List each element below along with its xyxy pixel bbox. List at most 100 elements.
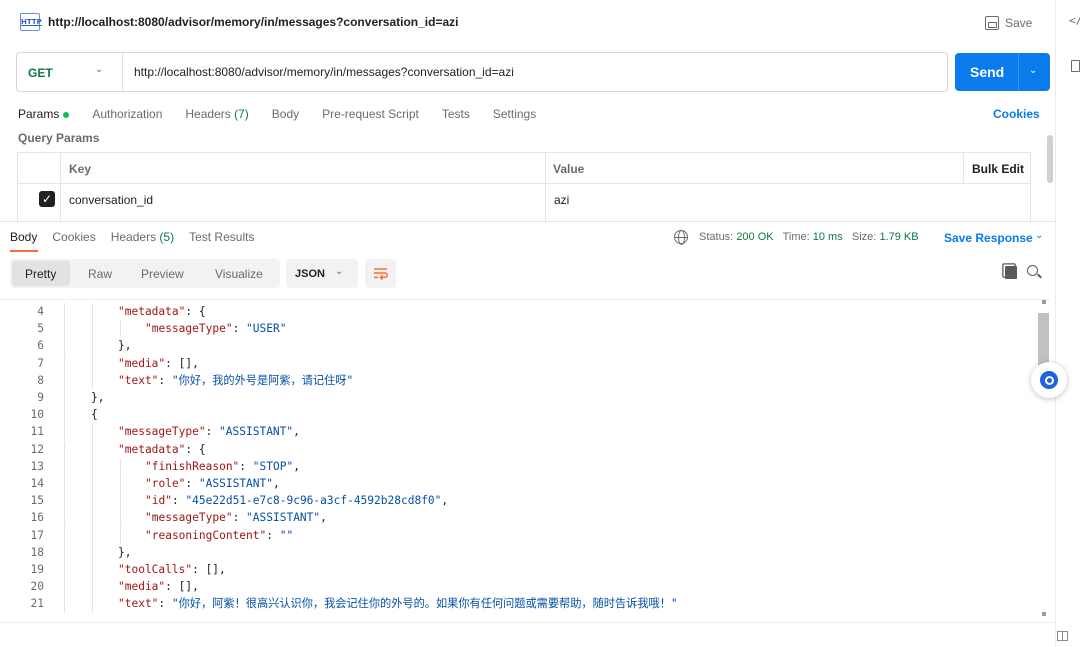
- json-key: "text": [118, 597, 159, 611]
- code-line: 4 "metadata": {: [0, 303, 1036, 320]
- json-string: "STOP": [252, 459, 294, 473]
- param-key-cell[interactable]: conversation_id: [69, 193, 153, 207]
- json-punctuation: ,: [273, 477, 280, 490]
- method-select[interactable]: GET: [28, 66, 53, 80]
- tab-label: Params: [18, 107, 60, 121]
- line-number: 18: [30, 545, 44, 559]
- line-number: 16: [30, 511, 44, 525]
- json-punctuation: ,: [441, 494, 449, 508]
- document-icon[interactable]: [1071, 60, 1080, 72]
- status-value[interactable]: 200 OK: [736, 231, 773, 243]
- tab-count: (5): [159, 230, 175, 244]
- indent-guide: [64, 595, 65, 613]
- indent-guide: [64, 492, 65, 510]
- json-punctuation: :: [171, 494, 186, 508]
- json-string: "ASSISTANT": [198, 477, 273, 490]
- line-number: 6: [37, 339, 44, 353]
- url-input[interactable]: http://localhost:8080/advisor/memory/in/…: [134, 65, 514, 79]
- code-text: "media": [],: [118, 355, 199, 372]
- format-visualize-button[interactable]: Visualize: [215, 267, 263, 281]
- indent-guide: [92, 492, 93, 510]
- tab-authorization[interactable]: Authorization: [92, 107, 162, 127]
- line-number: 14: [30, 477, 44, 490]
- response-tab-body[interactable]: Body: [10, 230, 39, 252]
- copy-icon[interactable]: [1005, 266, 1017, 279]
- response-tab-cookies[interactable]: Cookies: [52, 230, 95, 252]
- tab-headers[interactable]: Headers (7): [185, 107, 248, 127]
- line-number: 4: [37, 305, 44, 318]
- divider: [545, 152, 546, 222]
- scroll-down-arrow-icon[interactable]: [1042, 612, 1046, 616]
- search-icon[interactable]: [1027, 265, 1038, 276]
- indent-guide: [64, 423, 65, 441]
- globe-icon[interactable]: [674, 230, 688, 245]
- scroll-up-arrow-icon[interactable]: [1042, 300, 1046, 304]
- json-punctuation: {: [91, 408, 98, 422]
- json-key: "metadata": [118, 305, 186, 318]
- language-label[interactable]: JSON: [295, 268, 325, 280]
- code-line: 11 "messageType": "ASSISTANT",: [0, 423, 1036, 441]
- param-value-cell[interactable]: azi: [554, 193, 569, 207]
- param-checkbox[interactable]: ✓: [39, 191, 55, 207]
- response-body-editor[interactable]: 4 "metadata": {5 "messageType": "USER" 6}, 7…: [0, 303, 1036, 620]
- code-line: 7 "media": [],: [0, 354, 1036, 372]
- save-icon: [985, 16, 999, 30]
- cookies-link[interactable]: Cookies: [993, 107, 1040, 121]
- code-line: 18},: [0, 543, 1036, 561]
- assistant-icon: [1040, 371, 1058, 389]
- request-title[interactable]: http://localhost:8080/advisor/memory/in/…: [48, 15, 458, 29]
- code-text: },: [118, 544, 131, 561]
- indent-guide: [92, 371, 93, 389]
- divider: [122, 53, 123, 91]
- response-tab-headers[interactable]: Headers (5): [111, 230, 174, 252]
- tab-params[interactable]: Params: [18, 107, 70, 127]
- chevron-down-icon[interactable]: ⌄: [95, 64, 103, 75]
- json-string: "": [279, 528, 294, 542]
- size-value[interactable]: 1.79 KB: [879, 231, 918, 243]
- query-params-title: Query Params: [18, 131, 100, 145]
- tab-prerequest-script[interactable]: Pre-request Script: [322, 107, 419, 127]
- format-raw-button[interactable]: Raw: [88, 267, 112, 281]
- chevron-down-icon[interactable]: ⌄: [1035, 230, 1043, 241]
- indent-guide: [64, 475, 65, 492]
- format-preview-button[interactable]: Preview: [141, 267, 184, 281]
- indent-guide: [92, 578, 93, 596]
- chevron-down-icon[interactable]: ⌄: [335, 266, 343, 277]
- json-punctuation: :: [158, 373, 172, 387]
- json-string: "USER": [246, 322, 287, 336]
- tab-body[interactable]: Body: [272, 107, 299, 127]
- response-tab-test-results[interactable]: Test Results: [189, 230, 254, 252]
- format-pretty-button[interactable]: Pretty: [25, 267, 56, 281]
- send-label[interactable]: Send: [970, 64, 1004, 80]
- send-options-chevron-icon[interactable]: ⌄: [1029, 65, 1037, 76]
- json-punctuation: : {: [185, 305, 206, 318]
- json-key: "reasoningContent": [145, 528, 267, 542]
- indent-guide: [64, 320, 65, 338]
- layout-toggle-icon[interactable]: [1057, 631, 1068, 641]
- code-text: "id": "45e22d51-e7c8-9c96-a3cf-4592b28cd…: [145, 492, 448, 509]
- tab-settings[interactable]: Settings: [493, 107, 536, 127]
- indent-guide: [64, 406, 65, 424]
- json-punctuation: ,: [293, 459, 300, 473]
- json-punctuation: : [],: [165, 580, 199, 594]
- save-button[interactable]: Save: [985, 12, 1032, 34]
- indent-guide: [64, 543, 65, 561]
- indent-guide: [64, 578, 65, 596]
- time-value[interactable]: 10 ms: [813, 231, 843, 243]
- request-scrollbar[interactable]: [1047, 135, 1053, 183]
- tab-tests[interactable]: Tests: [442, 107, 470, 127]
- save-response-button[interactable]: Save Response: [944, 231, 1033, 245]
- code-text: },: [91, 389, 104, 406]
- code-icon[interactable]: </: [1069, 14, 1080, 27]
- code-text: "finishReason": "STOP",: [145, 458, 300, 475]
- time-label: Time:: [782, 231, 810, 243]
- indent-guide: [92, 423, 93, 441]
- bulk-edit-button[interactable]: Bulk Edit: [972, 162, 1024, 176]
- json-key: "toolCalls": [118, 563, 193, 576]
- json-punctuation: :: [205, 425, 220, 439]
- code-line: 6},: [0, 337, 1036, 355]
- column-header-value: Value: [553, 162, 585, 176]
- json-punctuation: :: [158, 597, 172, 611]
- indent-guide: [92, 457, 93, 475]
- indent-guide: [64, 509, 65, 527]
